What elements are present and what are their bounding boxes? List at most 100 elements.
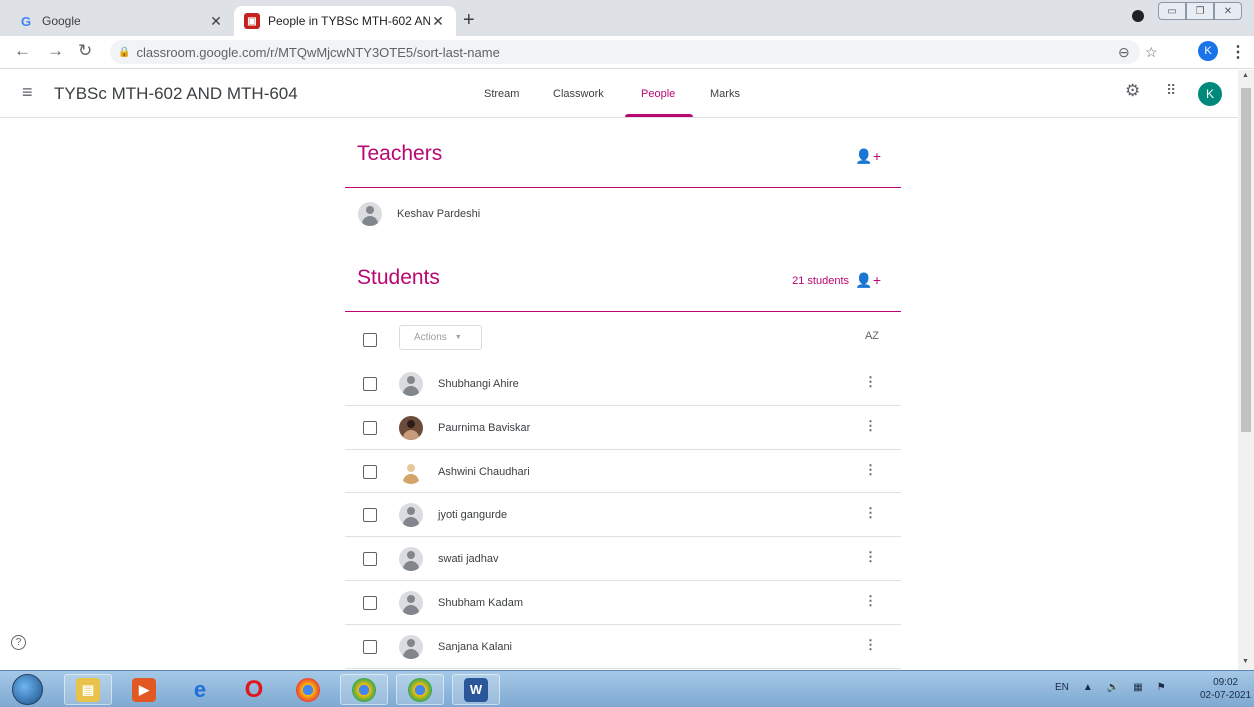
tab-stream[interactable]: Stream [484,88,519,100]
scroll-up-icon[interactable]: ▲ [1242,72,1249,79]
teachers-header: Teachers 👤+ [345,138,901,188]
minimize-button[interactable]: ▭ [1158,2,1186,20]
student-name: swati jadhav [438,553,499,566]
avatar [399,590,423,615]
new-tab-button[interactable]: + [463,9,475,32]
apps-grid-icon[interactable]: ⠿ [1166,82,1176,99]
chrome-window-button-2[interactable] [396,674,444,705]
browser-tab-google[interactable]: G Google ✕ [8,6,234,36]
students-actions-row: Actions ▼ AZ [345,318,901,358]
recording-indicator-icon [1132,10,1144,22]
chrome-menu-icon[interactable]: ⋮ [1230,42,1246,62]
opera-button[interactable]: O [230,674,278,705]
caret-down-icon: ▼ [454,334,462,341]
main-menu-icon[interactable]: ≡ [22,82,33,103]
back-button[interactable]: ← [14,41,31,61]
tab-classwork[interactable]: Classwork [553,88,604,100]
show-hidden-icons-icon[interactable]: ▲ [1083,682,1093,693]
list-item[interactable]: jyoti gangurde ⋮ [345,493,901,538]
address-bar[interactable]: 🔒 classroom.google.com/r/MTQwMjcwNTY3OTE… [110,40,1140,64]
folder-icon: ▤ [76,677,100,702]
action-center-icon[interactable]: ⚑ [1157,682,1166,693]
invite-student-icon[interactable]: 👤+ [855,272,881,289]
page-scrollbar[interactable]: ▲ ▼ [1238,70,1254,670]
opera-icon: O [244,675,264,703]
internet-explorer-button[interactable]: e [176,674,224,705]
student-list: Shubhangi Ahire ⋮ Paurnima Baviskar ⋮ As… [345,362,901,669]
avatar [399,547,423,572]
account-avatar[interactable]: K [1198,82,1222,106]
student-checkbox[interactable] [363,377,377,391]
word-button[interactable]: W [452,674,500,705]
windows-taskbar: ▤ ▶ e O W EN ▲ 🔊 ▦ ⚑ 09:02 02-07-2021 [0,670,1254,707]
forward-button[interactable]: → [47,41,64,61]
tab-title: Google [42,14,81,28]
chrome-profile-icon [352,677,376,702]
scroll-down-icon[interactable]: ▼ [1242,658,1249,665]
more-options-icon[interactable]: ⋮ [864,505,877,521]
actions-dropdown[interactable]: Actions ▼ [399,325,482,350]
list-item[interactable]: Paurnima Baviskar ⋮ [345,406,901,450]
student-checkbox[interactable] [363,420,377,435]
list-item[interactable]: Shubham Kadam ⋮ [345,581,901,625]
students-header: Students 21 students 👤+ [345,262,901,312]
browser-tabstrip: G Google ✕ ▣ People in TYBSc MTH-602 AND… [0,0,1254,36]
more-options-icon[interactable]: ⋮ [864,418,877,434]
classroom-favicon-icon: ▣ [244,13,260,29]
chrome-button[interactable] [284,674,332,705]
more-options-icon[interactable]: ⋮ [864,462,877,478]
scrollbar-thumb[interactable] [1241,88,1251,432]
start-button[interactable] [12,674,43,705]
clock-time: 09:02 [1213,677,1239,688]
zoom-icon[interactable]: ⊖ [1118,44,1130,61]
language-indicator[interactable]: EN [1055,682,1069,693]
reload-button[interactable]: ↻ [78,41,92,61]
teacher-name: Keshav Pardeshi [397,208,481,220]
maximize-button[interactable]: ❐ [1186,2,1214,20]
list-item[interactable]: swati jadhav ⋮ [345,537,901,581]
close-tab-icon[interactable]: ✕ [208,13,224,30]
more-options-icon[interactable]: ⋮ [864,637,877,653]
teacher-row: Keshav Pardeshi [358,202,480,226]
class-title[interactable]: TYBSc MTH-602 AND MTH-604 [54,84,298,104]
student-name: Shubhangi Ahire [438,378,519,390]
list-item[interactable]: Ashwini Chaudhari ⋮ [345,450,901,494]
chrome-profile-avatar[interactable]: K [1198,41,1218,61]
student-checkbox[interactable] [363,639,377,654]
more-options-icon[interactable]: ⋮ [864,593,877,609]
word-icon: W [464,677,488,702]
network-icon[interactable]: ▦ [1133,682,1142,693]
file-explorer-button[interactable]: ▤ [64,674,112,705]
close-tab-icon[interactable]: ✕ [430,13,446,30]
tab-people[interactable]: People [641,88,675,100]
lock-icon: 🔒 [118,46,131,58]
invite-teacher-icon[interactable]: 👤+ [855,148,881,165]
student-count: 21 students [792,275,849,287]
more-options-icon[interactable]: ⋮ [864,549,877,565]
bookmark-star-icon[interactable]: ☆ [1145,44,1158,61]
browser-toolbar: ← → ↻ 🔒 classroom.google.com/r/MTQwMjcwN… [0,36,1254,69]
student-checkbox[interactable] [363,595,377,610]
chrome-window-button[interactable] [340,674,388,705]
media-player-button[interactable]: ▶ [120,674,168,705]
select-all-checkbox[interactable] [363,333,377,347]
window-controls: ▭ ❐ ✕ [1158,2,1242,20]
taskbar-clock[interactable]: 09:02 02-07-2021 [1200,676,1251,702]
student-name: Paurnima Baviskar [438,421,531,434]
volume-icon[interactable]: 🔊 [1107,682,1119,693]
list-item[interactable]: Shubhangi Ahire ⋮ [345,362,901,406]
student-name: Sanjana Kalani [438,640,513,653]
close-window-button[interactable]: ✕ [1214,2,1242,20]
settings-gear-icon[interactable]: ⚙ [1125,81,1140,101]
student-checkbox[interactable] [363,552,377,567]
student-checkbox[interactable] [363,508,377,523]
avatar [399,634,423,659]
sort-az-icon[interactable]: AZ [865,330,879,342]
browser-tab-classroom[interactable]: ▣ People in TYBSc MTH-602 AND I ✕ [234,6,456,36]
help-icon[interactable]: ? [11,635,26,650]
list-item[interactable]: Sanjana Kalani ⋮ [345,625,901,669]
tab-marks[interactable]: Marks [710,88,740,100]
student-checkbox[interactable] [363,464,377,479]
more-options-icon[interactable]: ⋮ [864,374,877,390]
avatar [399,372,423,396]
